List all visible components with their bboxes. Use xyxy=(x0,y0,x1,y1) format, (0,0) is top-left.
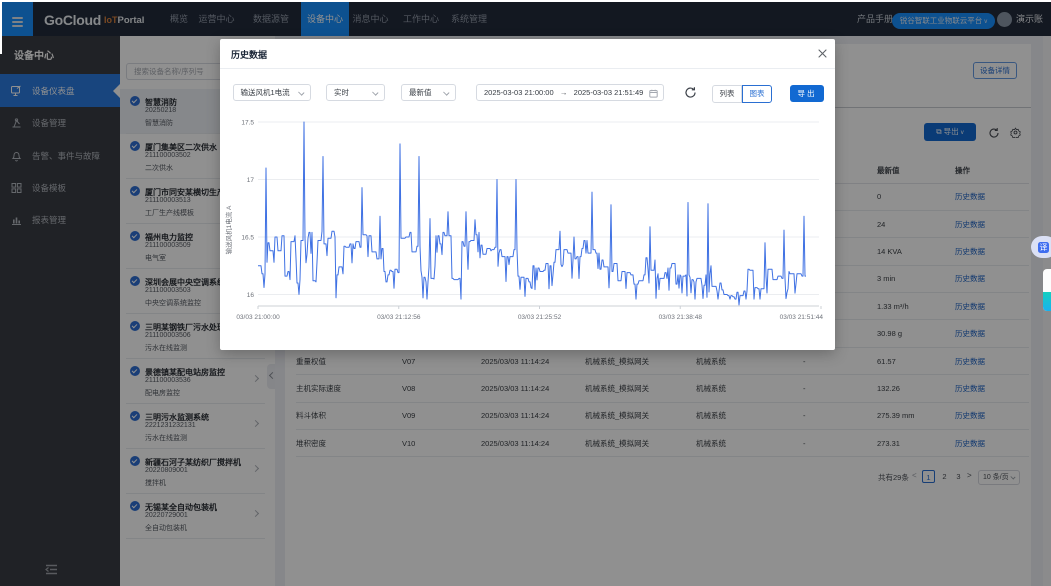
svg-text:03/03 21:25:52: 03/03 21:25:52 xyxy=(518,314,562,321)
svg-text:16: 16 xyxy=(247,292,255,299)
svg-text:输送风机1电流 A: 输送风机1电流 A xyxy=(224,205,233,254)
svg-text:03/03 21:38:48: 03/03 21:38:48 xyxy=(659,314,703,321)
svg-text:03/03 21:51:44: 03/03 21:51:44 xyxy=(780,314,824,321)
svg-text:03/03 21:00:00: 03/03 21:00:00 xyxy=(236,314,280,321)
svg-text:17: 17 xyxy=(247,177,255,184)
svg-text:03/03 21:12:56: 03/03 21:12:56 xyxy=(377,314,421,321)
svg-text:16.5: 16.5 xyxy=(241,234,254,241)
svg-text:17.5: 17.5 xyxy=(241,119,254,126)
